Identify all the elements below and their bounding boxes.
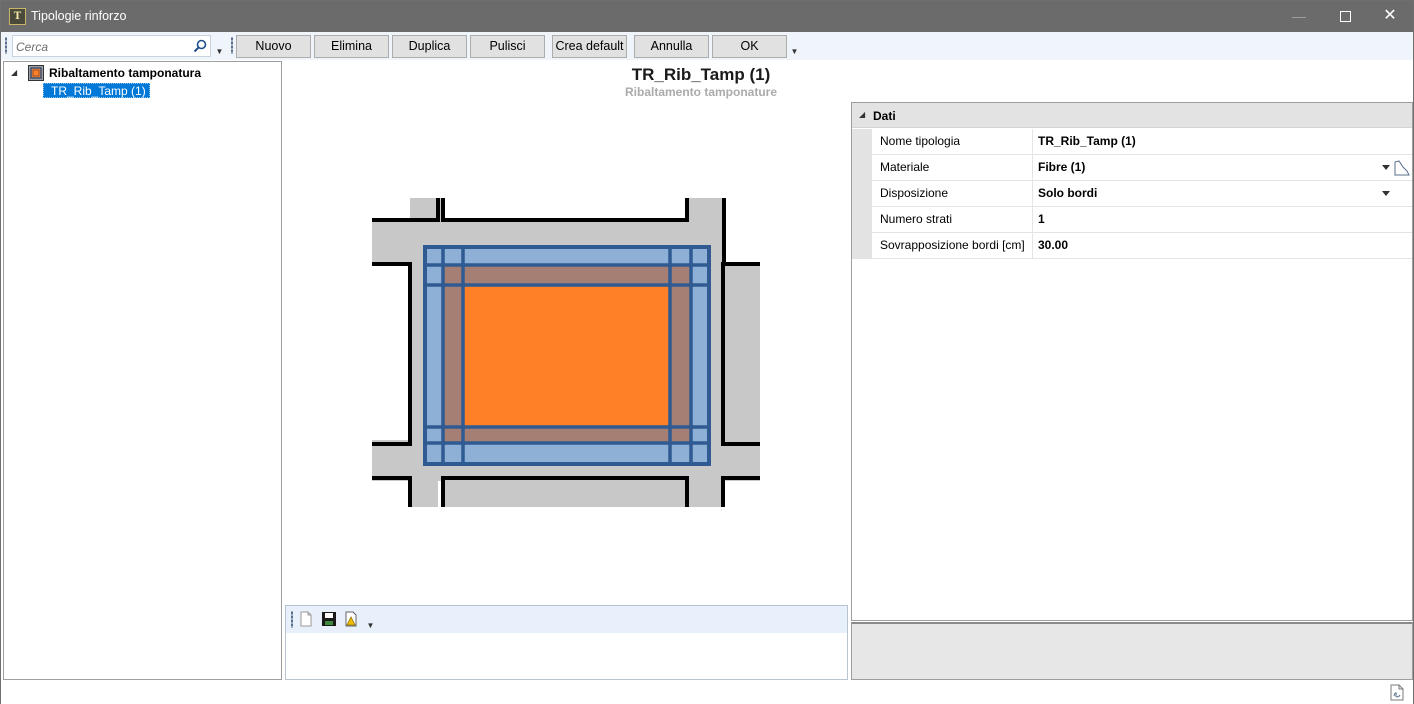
search-icon[interactable] bbox=[193, 39, 207, 53]
window-title: Tipologie rinforzo bbox=[31, 9, 127, 23]
crea-default-button[interactable]: Crea default bbox=[552, 35, 627, 58]
nuovo-button[interactable]: Nuovo bbox=[236, 35, 311, 58]
property-row-disposizione[interactable]: Disposizione Solo bordi bbox=[852, 181, 1412, 207]
typology-subtitle: Ribaltamento tamponature bbox=[624, 85, 777, 99]
status-bar bbox=[1, 681, 1413, 704]
toolbar-grip-icon[interactable] bbox=[291, 611, 293, 628]
maximize-icon bbox=[1339, 10, 1351, 22]
property-value-materiale[interactable]: Fibre (1) bbox=[1033, 155, 1412, 181]
elimina-button[interactable]: Elimina bbox=[314, 35, 389, 58]
property-row-nome-tipologia[interactable]: Nome tipologia TR_Rib_Tamp (1) bbox=[852, 129, 1412, 155]
property-description-panel bbox=[851, 622, 1413, 680]
typology-title: TR_Rib_Tamp (1) bbox=[631, 65, 771, 84]
collapse-arrow-icon[interactable]: ◢ bbox=[11, 69, 19, 77]
collapse-arrow-icon[interactable]: ◢ bbox=[859, 111, 867, 119]
dialog-window: T Tipologie rinforzo — ✕ ▼ Nuovo Elimina… bbox=[0, 0, 1414, 704]
reinforcement-preview-image bbox=[372, 198, 760, 507]
property-row-numero-strati[interactable]: Numero strati 1 bbox=[852, 207, 1412, 233]
minimize-button[interactable]: — bbox=[1276, 1, 1322, 32]
notes-panel: ▼ bbox=[285, 605, 848, 680]
property-name: Nome tipologia bbox=[872, 129, 1033, 155]
property-row-sovrapposizione-bordi[interactable]: Sovrapposizione bordi [cm] 30.00 bbox=[852, 233, 1412, 259]
pdf-report-icon[interactable] bbox=[1389, 684, 1405, 701]
material-edit-icon[interactable] bbox=[1393, 159, 1411, 177]
materiale-value: Fibre (1) bbox=[1038, 160, 1086, 174]
pulisci-button[interactable]: Pulisci bbox=[470, 35, 545, 58]
property-name: Disposizione bbox=[872, 181, 1033, 207]
title-bar: T Tipologie rinforzo — ✕ bbox=[1, 1, 1413, 32]
save-icon[interactable] bbox=[321, 611, 337, 627]
toolbar-overflow-icon[interactable]: ▼ bbox=[790, 48, 799, 56]
infill-panel bbox=[463, 285, 671, 427]
main-toolbar: ▼ Nuovo Elimina Duplica Pulisci Crea def… bbox=[1, 32, 1413, 60]
maximize-button[interactable] bbox=[1322, 1, 1368, 32]
toolbar-grip-icon[interactable] bbox=[231, 37, 233, 54]
app-logo-icon: T bbox=[9, 8, 26, 25]
row-gutter bbox=[852, 181, 872, 207]
tree-item-selected[interactable]: TR_Rib_Tamp (1) bbox=[43, 83, 150, 98]
row-gutter bbox=[852, 129, 872, 155]
search-box bbox=[12, 35, 211, 57]
property-name: Numero strati bbox=[872, 207, 1033, 233]
toolbar-grip-icon[interactable] bbox=[5, 37, 7, 54]
category-label: Dati bbox=[873, 109, 896, 123]
property-row-materiale[interactable]: Materiale Fibre (1) bbox=[852, 155, 1412, 181]
document-warning-icon[interactable] bbox=[343, 611, 359, 627]
row-gutter bbox=[852, 155, 872, 181]
notes-toolbar: ▼ bbox=[286, 606, 847, 633]
duplica-button[interactable]: Duplica bbox=[392, 35, 467, 58]
materiale-dropdown-arrow-icon[interactable] bbox=[1382, 165, 1390, 170]
ok-button[interactable]: OK bbox=[712, 35, 787, 58]
property-value-disposizione[interactable]: Solo bordi bbox=[1033, 181, 1412, 207]
search-input[interactable] bbox=[16, 39, 186, 54]
tree-root-label[interactable]: Ribaltamento tamponatura bbox=[49, 66, 201, 80]
disposizione-dropdown-arrow-icon[interactable] bbox=[1382, 191, 1390, 196]
close-button[interactable]: ✕ bbox=[1367, 1, 1413, 32]
property-name: Materiale bbox=[872, 155, 1033, 181]
notes-overflow-icon[interactable]: ▼ bbox=[366, 622, 375, 630]
property-value-numero-strati[interactable]: 1 bbox=[1033, 207, 1412, 233]
disposizione-value: Solo bordi bbox=[1038, 186, 1098, 200]
search-overflow-icon[interactable]: ▼ bbox=[215, 48, 224, 56]
row-gutter bbox=[852, 233, 872, 259]
category-dati[interactable]: ◢ Dati bbox=[852, 103, 1412, 128]
annulla-button[interactable]: Annulla bbox=[634, 35, 709, 58]
property-value-nome-tipologia[interactable]: TR_Rib_Tamp (1) bbox=[1033, 129, 1412, 155]
typology-tree: ◢ Ribaltamento tamponatura TR_Rib_Tamp (… bbox=[3, 61, 282, 680]
row-gutter bbox=[852, 207, 872, 233]
property-name: Sovrapposizione bordi [cm] bbox=[872, 233, 1033, 259]
property-grid: ◢ Dati Nome tipologia TR_Rib_Tamp (1) Ma… bbox=[851, 102, 1413, 621]
property-value-sovrapposizione-bordi[interactable]: 30.00 bbox=[1033, 233, 1412, 259]
reinforcement-type-icon bbox=[28, 65, 44, 81]
new-document-icon[interactable] bbox=[298, 611, 314, 627]
